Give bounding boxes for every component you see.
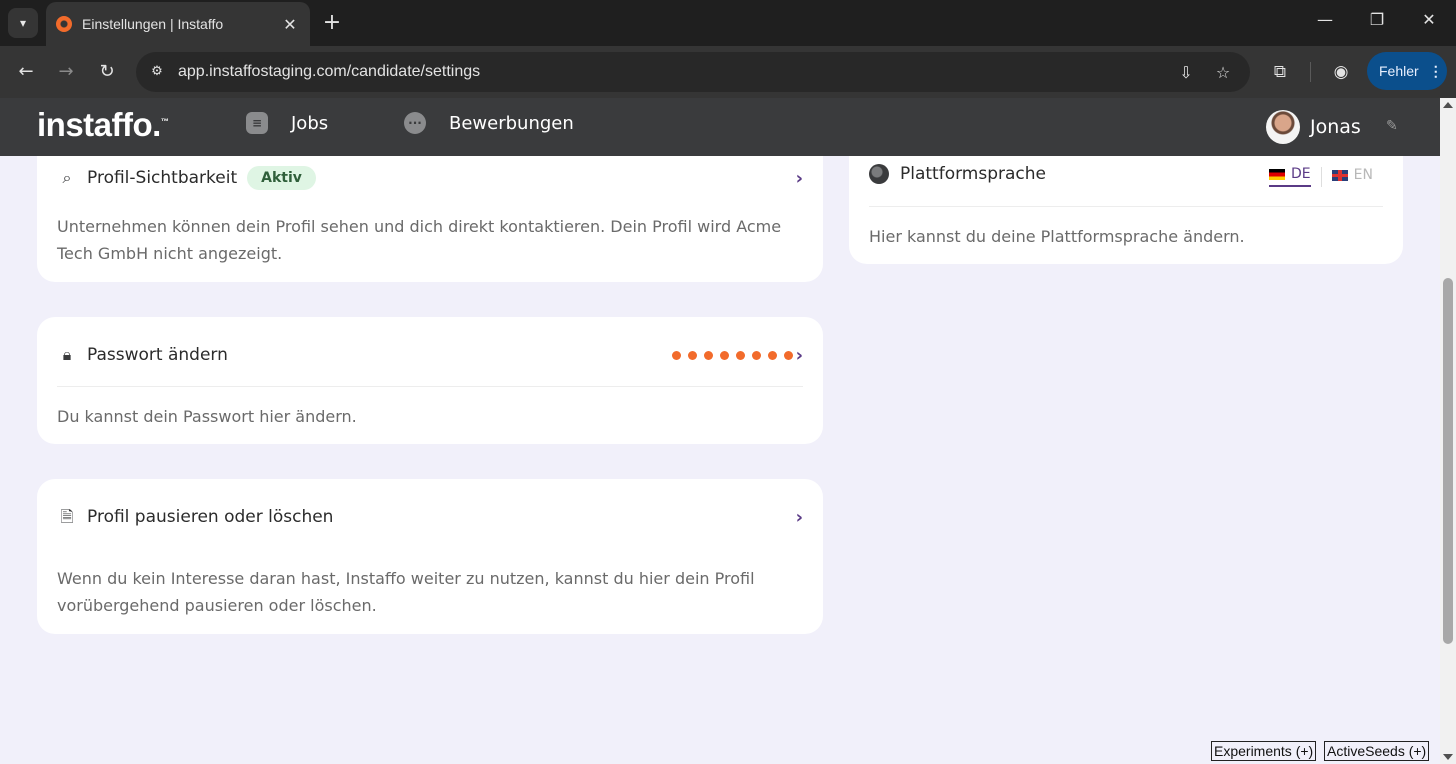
profile-visibility-card[interactable]: ⌕ Profil-Sichtbarkeit Aktiv › Unternehme… — [37, 156, 823, 282]
chat-bubble-icon: ··· — [404, 112, 426, 134]
profile-icon[interactable]: ◉ — [1327, 58, 1355, 86]
language-option-de-label: DE — [1291, 166, 1311, 182]
back-icon[interactable]: ← — [12, 58, 40, 86]
password-dot — [688, 351, 697, 360]
password-dot — [704, 351, 713, 360]
language-option-en-label: EN — [1353, 167, 1373, 183]
language-switch: DE EN — [1269, 166, 1373, 187]
instaffo-favicon-icon — [56, 16, 72, 32]
platform-language-title: Plattformsprache — [900, 164, 1046, 184]
language-option-de[interactable]: DE — [1269, 166, 1311, 187]
globe-icon — [869, 164, 889, 184]
browser-tab-bar: ▾ Einstellungen | Instaffo ✕ + — ❐ ✕ — [0, 0, 1456, 46]
bookmark-star-icon[interactable]: ☆ — [1212, 62, 1234, 84]
platform-language-card: Plattformsprache DE EN Hier kannst du de… — [849, 156, 1403, 264]
chevron-right-icon[interactable]: › — [796, 507, 803, 528]
nav-applications[interactable]: ··· Bewerbungen — [404, 112, 574, 134]
chevron-right-icon[interactable]: › — [796, 345, 803, 366]
delete-file-icon: 🗎 — [60, 507, 74, 526]
password-card[interactable]: 🔒︎ Passwort ändern › Du kannst dein Pass… — [37, 317, 823, 444]
chevron-down-icon: ▾ — [19, 16, 27, 30]
close-icon[interactable]: ✕ — [1414, 10, 1444, 29]
instaffo-logo[interactable]: instaffo.™ — [37, 106, 169, 144]
password-dot — [672, 351, 681, 360]
logo-text: instaffo. — [37, 106, 161, 143]
browser-tab[interactable]: Einstellungen | Instaffo ✕ — [46, 2, 310, 46]
browser-toolbar: ← → ↻ ⚙ app.instaffostaging.com/candidat… — [0, 46, 1456, 98]
nav-applications-label: Bewerbungen — [449, 112, 574, 134]
password-mask-dots — [672, 351, 793, 360]
user-name: Jonas — [1310, 116, 1361, 138]
profile-error-button[interactable]: Fehler ⋮ — [1367, 52, 1447, 90]
password-title: Passwort ändern — [87, 345, 228, 365]
active-seeds-button[interactable]: ActiveSeeds (+) — [1324, 741, 1430, 761]
profile-visibility-header[interactable]: ⌕ Profil-Sichtbarkeit Aktiv › — [57, 166, 803, 190]
platform-language-description: Hier kannst du deine Plattformsprache än… — [869, 227, 1245, 246]
restore-icon[interactable]: ❐ — [1362, 10, 1392, 29]
status-badge: Aktiv — [247, 166, 316, 190]
pause-delete-title: Profil pausieren oder löschen — [87, 507, 334, 527]
pause-delete-header[interactable]: 🗎 Profil pausieren oder löschen › — [57, 507, 803, 528]
search-icon: ⌕ — [62, 168, 72, 187]
user-menu[interactable]: Jonas — [1266, 110, 1361, 144]
list-icon: ≡ — [246, 112, 268, 134]
new-tab-button[interactable]: + — [318, 10, 346, 38]
toolbar-divider — [1310, 62, 1311, 82]
avatar — [1266, 110, 1300, 144]
trademark-mark: ™ — [160, 117, 169, 126]
reload-icon[interactable]: ↻ — [93, 58, 121, 86]
tab-list-button[interactable]: ▾ — [8, 8, 38, 38]
password-dot — [720, 351, 729, 360]
password-description: Du kannst dein Passwort hier ändern. — [57, 407, 357, 426]
profile-visibility-title: Profil-Sichtbarkeit — [87, 168, 238, 188]
card-divider — [869, 206, 1383, 207]
menu-dots-icon: ⋮ — [1428, 62, 1443, 79]
scroll-up-icon[interactable] — [1443, 102, 1453, 108]
nav-jobs-label: Jobs — [291, 112, 329, 134]
pause-delete-card[interactable]: 🗎 Profil pausieren oder löschen › Wenn d… — [37, 479, 823, 634]
card-divider — [57, 386, 803, 387]
url-text[interactable]: app.instaffostaging.com/candidate/settin… — [178, 63, 480, 81]
site-settings-icon[interactable]: ⚙ — [148, 63, 166, 81]
app-header: instaffo.™ ≡ Jobs ··· Bewerbungen Jonas … — [0, 98, 1440, 156]
lock-icon: 🔒︎ — [62, 345, 72, 364]
scroll-down-icon[interactable] — [1443, 754, 1453, 760]
forward-icon[interactable]: → — [52, 58, 80, 86]
password-dot — [768, 351, 777, 360]
extensions-icon[interactable]: ⧉ — [1266, 58, 1294, 86]
uk-flag-icon — [1331, 169, 1348, 181]
tab-close-icon[interactable]: ✕ — [280, 15, 300, 34]
pencil-icon[interactable]: ✎ — [1386, 118, 1398, 134]
language-divider — [1320, 166, 1322, 187]
pause-delete-description: Wenn du kein Interesse daran hast, Insta… — [57, 569, 755, 615]
page-scrollbar[interactable] — [1440, 98, 1456, 764]
tab-title: Einstellungen | Instaffo — [82, 16, 224, 32]
language-option-en[interactable]: EN — [1331, 167, 1373, 186]
profile-error-label: Fehler — [1379, 63, 1419, 79]
german-flag-icon — [1269, 168, 1286, 180]
chevron-right-icon[interactable]: › — [796, 168, 803, 189]
password-dot — [784, 351, 793, 360]
settings-content: ⌕ Profil-Sichtbarkeit Aktiv › Unternehme… — [0, 156, 1440, 764]
password-dot — [736, 351, 745, 360]
nav-jobs[interactable]: ≡ Jobs — [246, 112, 328, 134]
profile-visibility-description: Unternehmen können dein Profil sehen und… — [57, 217, 782, 263]
experiments-button[interactable]: Experiments (+) — [1211, 741, 1317, 761]
scrollbar-thumb[interactable] — [1443, 278, 1453, 644]
password-dot — [752, 351, 761, 360]
minimize-icon[interactable]: — — [1310, 10, 1340, 29]
address-bar[interactable]: ⚙ app.instaffostaging.com/candidate/sett… — [136, 52, 1250, 92]
install-app-icon[interactable]: ⇩ — [1175, 62, 1197, 84]
